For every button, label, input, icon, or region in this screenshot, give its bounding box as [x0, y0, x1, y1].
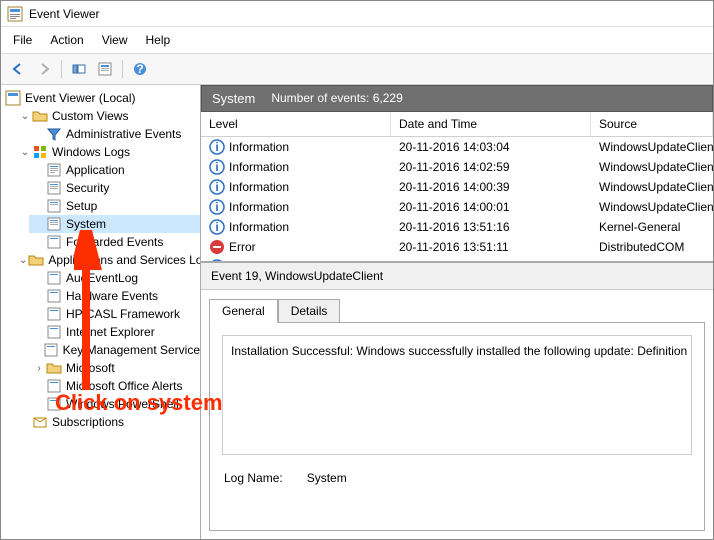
folder-icon	[46, 360, 62, 376]
log-icon	[46, 216, 62, 232]
help-button[interactable]: ?	[129, 58, 151, 80]
tree-microsoft[interactable]: ›Microsoft	[29, 359, 200, 377]
log-icon	[46, 324, 62, 340]
tree-office-alerts[interactable]: Microsoft Office Alerts	[29, 377, 200, 395]
titlebar: Event Viewer	[1, 1, 713, 27]
log-icon	[46, 270, 62, 286]
info-icon: i	[209, 179, 225, 195]
tree-hardware-events[interactable]: Hardware Events	[29, 287, 200, 305]
menu-action[interactable]: Action	[42, 29, 91, 51]
tree-apps-services[interactable]: ⌄ Applications and Services Logs	[15, 251, 200, 269]
menu-file[interactable]: File	[5, 29, 40, 51]
log-icon	[46, 288, 62, 304]
show-tree-button[interactable]	[68, 58, 90, 80]
info-icon: i	[209, 219, 225, 235]
properties-button[interactable]	[94, 58, 116, 80]
log-icon	[46, 378, 62, 394]
tree-keymgmt[interactable]: Key Management Service	[29, 341, 200, 359]
detail-tabs: General Details	[201, 290, 713, 322]
app-icon	[7, 6, 23, 22]
tree-hp-framework[interactable]: HP CASL Framework	[29, 305, 200, 323]
tree-root[interactable]: Event Viewer (Local)	[1, 89, 200, 107]
col-date[interactable]: Date and Time	[391, 112, 591, 136]
event-row[interactable]: iInformation20-11-2016 14:02:59WindowsUp…	[201, 157, 713, 177]
svg-text:i: i	[215, 160, 218, 174]
tree-security[interactable]: Security	[29, 179, 200, 197]
tree-application[interactable]: Application	[29, 161, 200, 179]
info-icon: i	[209, 139, 225, 155]
log-icon	[46, 396, 62, 412]
tree-forwarded[interactable]: Forwarded Events	[29, 233, 200, 251]
info-icon: i	[209, 199, 225, 215]
tree-subscriptions[interactable]: Subscriptions	[15, 413, 200, 431]
tree-powershell[interactable]: Windows PowerShell	[29, 395, 200, 413]
subscriptions-icon	[32, 414, 48, 430]
event-count: Number of events: 6,229	[271, 91, 402, 106]
logname-value: System	[307, 471, 347, 485]
col-level[interactable]: Level	[201, 112, 391, 136]
tree-pane: Event Viewer (Local) ⌄ Custom Views Admi…	[1, 85, 201, 539]
back-button[interactable]	[7, 58, 29, 80]
svg-text:i: i	[215, 180, 218, 194]
menu-help[interactable]: Help	[138, 29, 179, 51]
tab-general[interactable]: General	[209, 299, 278, 323]
folder-icon	[28, 252, 44, 268]
tree-ie[interactable]: Internet Explorer	[29, 323, 200, 341]
event-row[interactable]: Error20-11-2016 13:51:11DistributedCOM	[201, 237, 713, 257]
svg-text:i: i	[215, 140, 218, 154]
menubar: File Action View Help	[1, 27, 713, 54]
event-row[interactable]: iInformation20-11-2016 14:00:01WindowsUp…	[201, 197, 713, 217]
svg-text:i: i	[215, 220, 218, 234]
log-icon	[46, 180, 62, 196]
tree-windows-logs[interactable]: ⌄ Windows Logs	[15, 143, 200, 161]
eventviewer-icon	[5, 90, 21, 106]
details-pane: System Number of events: 6,229 Level Dat…	[201, 85, 713, 539]
log-icon	[43, 342, 59, 358]
filter-icon	[46, 126, 62, 142]
tab-details[interactable]: Details	[278, 299, 341, 323]
chevron-down-icon[interactable]: ⌄	[19, 255, 27, 266]
tree-admin-events[interactable]: Administrative Events	[29, 125, 200, 143]
tree-custom-views[interactable]: ⌄ Custom Views	[15, 107, 200, 125]
chevron-down-icon[interactable]: ⌄	[19, 111, 31, 122]
event-row[interactable]: iInformation20-11-2016 14:03:04WindowsUp…	[201, 137, 713, 157]
event-grid: Level Date and Time Source iInformation2…	[201, 112, 713, 262]
col-source[interactable]: Source	[591, 112, 713, 136]
folder-icon	[32, 108, 48, 124]
log-header: System Number of events: 6,229	[201, 85, 713, 112]
windows-icon	[32, 144, 48, 160]
tree-system[interactable]: System	[29, 215, 200, 233]
tree-audeventlog[interactable]: AudEventLog	[29, 269, 200, 287]
event-row[interactable]: iInformation20-11-2016 13:51:16Kernel-Ge…	[201, 217, 713, 237]
svg-text:i: i	[215, 200, 218, 214]
grid-header: Level Date and Time Source	[201, 112, 713, 137]
forward-button[interactable]	[33, 58, 55, 80]
event-row[interactable]: iInformation20-11-2016 14:00:39WindowsUp…	[201, 177, 713, 197]
chevron-right-icon[interactable]: ›	[33, 363, 45, 374]
svg-text:?: ?	[136, 62, 143, 76]
log-icon	[46, 198, 62, 214]
detail-title: Event 19, WindowsUpdateClient	[201, 263, 713, 290]
event-detail: Event 19, WindowsUpdateClient General De…	[201, 262, 713, 539]
log-icon	[46, 306, 62, 322]
log-icon	[46, 162, 62, 178]
info-icon: i	[209, 159, 225, 175]
tree-setup[interactable]: Setup	[29, 197, 200, 215]
toolbar: ?	[1, 54, 713, 85]
tab-body: Installation Successful: Windows success…	[209, 322, 705, 531]
log-name: System	[212, 91, 255, 106]
window-title: Event Viewer	[29, 7, 99, 21]
log-icon	[46, 234, 62, 250]
logname-label: Log Name:	[224, 471, 283, 485]
menu-view[interactable]: View	[94, 29, 136, 51]
event-message: Installation Successful: Windows success…	[222, 335, 692, 455]
error-icon	[209, 239, 225, 255]
chevron-down-icon[interactable]: ⌄	[19, 147, 31, 158]
tree-root-label: Event Viewer (Local)	[25, 91, 136, 105]
